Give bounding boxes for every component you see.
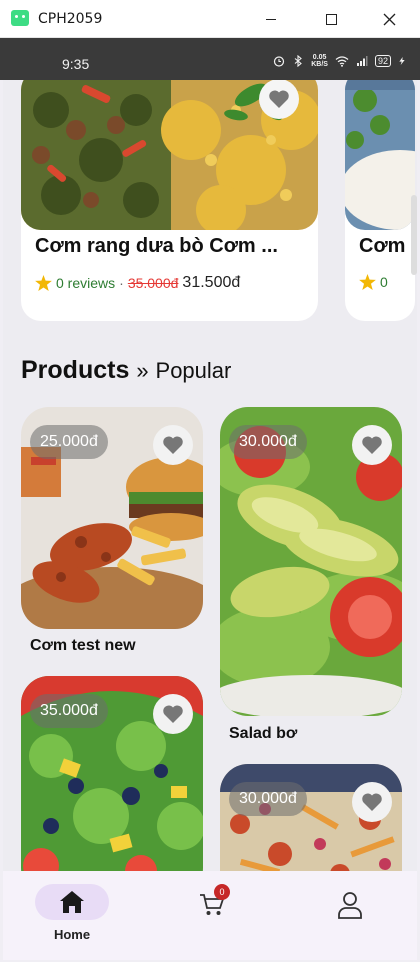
- battery-indicator: 92: [374, 55, 391, 67]
- featured-dish-name: Cơm rang dưa bò Cơm ...: [35, 235, 278, 257]
- original-price: 35.000đ: [127, 275, 179, 291]
- star-icon: [35, 275, 52, 291]
- section-separator: »: [136, 358, 149, 383]
- favorite-button[interactable]: [153, 425, 193, 465]
- maximize-icon: [325, 13, 337, 25]
- minimize-icon: [266, 18, 276, 20]
- close-icon: [383, 13, 395, 25]
- section-heading: Products » Popular: [21, 356, 231, 385]
- window-titlebar: CPH2059: [0, 0, 420, 38]
- status-bar: 9:35 0.05 KB/S 92: [0, 38, 420, 80]
- price-tag: 25.000đ: [30, 425, 108, 459]
- minimize-button[interactable]: [242, 0, 300, 38]
- meta-separator: ·: [119, 275, 124, 291]
- reviews-count: 0: [380, 274, 388, 290]
- salad-bowl-image: [345, 80, 415, 230]
- charging-bolt-icon: [399, 57, 405, 65]
- heart-icon: [362, 793, 382, 811]
- nav-home-indicator: [35, 884, 109, 920]
- product-name: Cơm test new: [30, 637, 136, 654]
- favorite-button[interactable]: [259, 80, 299, 119]
- status-time: 9:35: [62, 56, 90, 72]
- cellular-signal-icon: [356, 56, 368, 66]
- favorite-button[interactable]: [352, 782, 392, 822]
- favorite-button[interactable]: [352, 425, 392, 465]
- network-speed: 0.05 KB/S: [311, 54, 328, 68]
- product-name: Salad bơ: [229, 725, 298, 742]
- status-icons: 0.05 KB/S 92: [273, 54, 406, 68]
- section-title: Products: [21, 356, 130, 384]
- featured-dish-name: Cơm: [359, 235, 406, 257]
- nav-profile[interactable]: [325, 871, 375, 960]
- user-icon: [338, 892, 362, 919]
- heart-icon: [163, 705, 183, 723]
- section-subtitle: Popular: [155, 358, 232, 383]
- star-icon: [359, 274, 376, 290]
- heart-icon: [163, 436, 183, 454]
- favorite-button[interactable]: [153, 694, 193, 734]
- bluetooth-icon: [294, 55, 303, 67]
- reviews-count: 0 reviews: [56, 275, 116, 291]
- bottom-navigation: Home 0: [3, 871, 417, 960]
- featured-dish-meta: 0 reviews · 35.000đ 31.500đ: [35, 274, 240, 292]
- featured-dish-meta: 0: [359, 274, 388, 290]
- alarm-icon: [274, 56, 285, 67]
- featured-card[interactable]: Cơm 0: [345, 80, 415, 321]
- price-tag: 30.000đ: [229, 425, 307, 459]
- app-screen: Cơm rang dưa bò Cơm ... 0 reviews · 35.0…: [3, 80, 417, 960]
- nav-home[interactable]: Home: [34, 871, 110, 960]
- edge-panel-handle[interactable]: [411, 195, 417, 275]
- android-app-icon: [11, 10, 29, 26]
- heart-icon: [269, 90, 289, 108]
- price-tag: 35.000đ: [30, 694, 108, 728]
- home-icon: [60, 891, 84, 913]
- featured-food-image: [345, 80, 415, 230]
- featured-card[interactable]: Cơm rang dưa bò Cơm ... 0 reviews · 35.0…: [21, 80, 318, 321]
- heart-icon: [362, 436, 382, 454]
- nav-cart[interactable]: 0: [187, 871, 237, 960]
- maximize-button[interactable]: [302, 0, 360, 38]
- close-button[interactable]: [360, 0, 418, 38]
- nav-home-label: Home: [53, 927, 91, 942]
- cart-count-badge: 0: [214, 884, 230, 900]
- sale-price: 31.500đ: [182, 274, 241, 291]
- wifi-icon: [335, 56, 349, 67]
- price-tag: 30.000đ: [229, 782, 307, 816]
- window-title: CPH2059: [38, 11, 103, 27]
